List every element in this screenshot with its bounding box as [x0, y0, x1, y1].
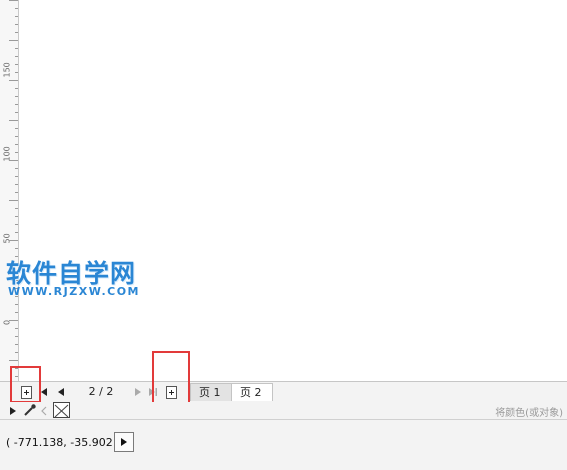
- page-count: 2 / 2: [88, 385, 114, 398]
- ruler-tick: [9, 200, 18, 201]
- ruler-tick: [15, 344, 18, 345]
- ruler-tick: [9, 120, 18, 121]
- play-icon: [121, 438, 127, 446]
- status-bar: ( -771.138, -35.902 ): [0, 420, 567, 470]
- color-palette-bar: 将颜色(或对象): [0, 402, 567, 420]
- ruler-tick: [15, 32, 18, 33]
- ruler-tick: [15, 8, 18, 9]
- eyedropper-icon: [24, 404, 36, 416]
- play-icon: [10, 407, 16, 415]
- cursor-coordinates: ( -771.138, -35.902 ): [6, 436, 121, 449]
- watermark-url: WWW.RJZXW.COM: [8, 285, 140, 298]
- ruler-tick: [9, 360, 18, 361]
- ruler-label-0: 0: [2, 319, 12, 326]
- ruler-tick: [15, 336, 18, 337]
- tab-page-1-label: 页 1: [199, 386, 221, 399]
- palette-hint-text: 将颜色(或对象): [495, 408, 563, 419]
- no-color-icon: [54, 404, 69, 418]
- ruler-tick: [15, 248, 18, 249]
- ruler-tick: [9, 320, 18, 321]
- next-page-icon: [135, 388, 141, 396]
- tab-page-1[interactable]: 页 1: [190, 383, 232, 401]
- ruler-label-150: 150: [2, 62, 12, 78]
- ruler-tick: [15, 216, 18, 217]
- ruler-tick: [9, 0, 18, 1]
- highlight-box-insert-before: [10, 366, 41, 403]
- vertical-ruler: 150 100 50 0: [0, 0, 19, 385]
- ruler-tick: [15, 304, 18, 305]
- ruler-tick: [15, 352, 18, 353]
- ruler-tick: [15, 168, 18, 169]
- ruler-tick: [15, 96, 18, 97]
- ruler-tick: [15, 56, 18, 57]
- palette-expand-button[interactable]: [9, 404, 17, 418]
- ruler-tick: [15, 104, 18, 105]
- eyedropper-button[interactable]: [22, 403, 38, 417]
- ruler-tick: [15, 48, 18, 49]
- status-expand-button[interactable]: [114, 432, 134, 452]
- ruler-tick: [9, 80, 18, 81]
- ruler-tick: [15, 72, 18, 73]
- ruler-tick: [9, 40, 18, 41]
- palette-scroll-left-button[interactable]: [40, 404, 48, 418]
- ruler-tick: [15, 224, 18, 225]
- ruler-label-50: 50: [2, 233, 12, 244]
- ruler-tick: [15, 192, 18, 193]
- ruler-tick: [15, 152, 18, 153]
- next-page-button[interactable]: [133, 385, 143, 399]
- ruler-tick: [15, 24, 18, 25]
- ruler-tick: [15, 232, 18, 233]
- ruler-tick: [15, 184, 18, 185]
- drawing-canvas[interactable]: [19, 0, 567, 385]
- ruler-tick: [15, 144, 18, 145]
- ruler-tick: [15, 128, 18, 129]
- ruler-tick: [15, 88, 18, 89]
- ruler-tick: [15, 328, 18, 329]
- previous-page-icon: [58, 388, 64, 396]
- ruler-tick: [15, 64, 18, 65]
- ruler-tick: [15, 312, 18, 313]
- tab-page-2-label: 页 2: [240, 386, 262, 399]
- ruler-tick: [15, 136, 18, 137]
- highlight-box-insert-after: [152, 351, 190, 407]
- ruler-tick: [9, 160, 18, 161]
- page-navigator: 2 / 2 页 1 页 2: [0, 381, 567, 403]
- ruler-tick: [9, 240, 18, 241]
- chevron-left-icon: [41, 406, 47, 416]
- ruler-tick: [15, 16, 18, 17]
- ruler-tick: [15, 112, 18, 113]
- ruler-tick: [15, 176, 18, 177]
- tab-page-2[interactable]: 页 2: [231, 383, 273, 401]
- previous-page-button[interactable]: [55, 385, 67, 399]
- ruler-tick: [15, 208, 18, 209]
- no-fill-swatch[interactable]: [53, 402, 70, 418]
